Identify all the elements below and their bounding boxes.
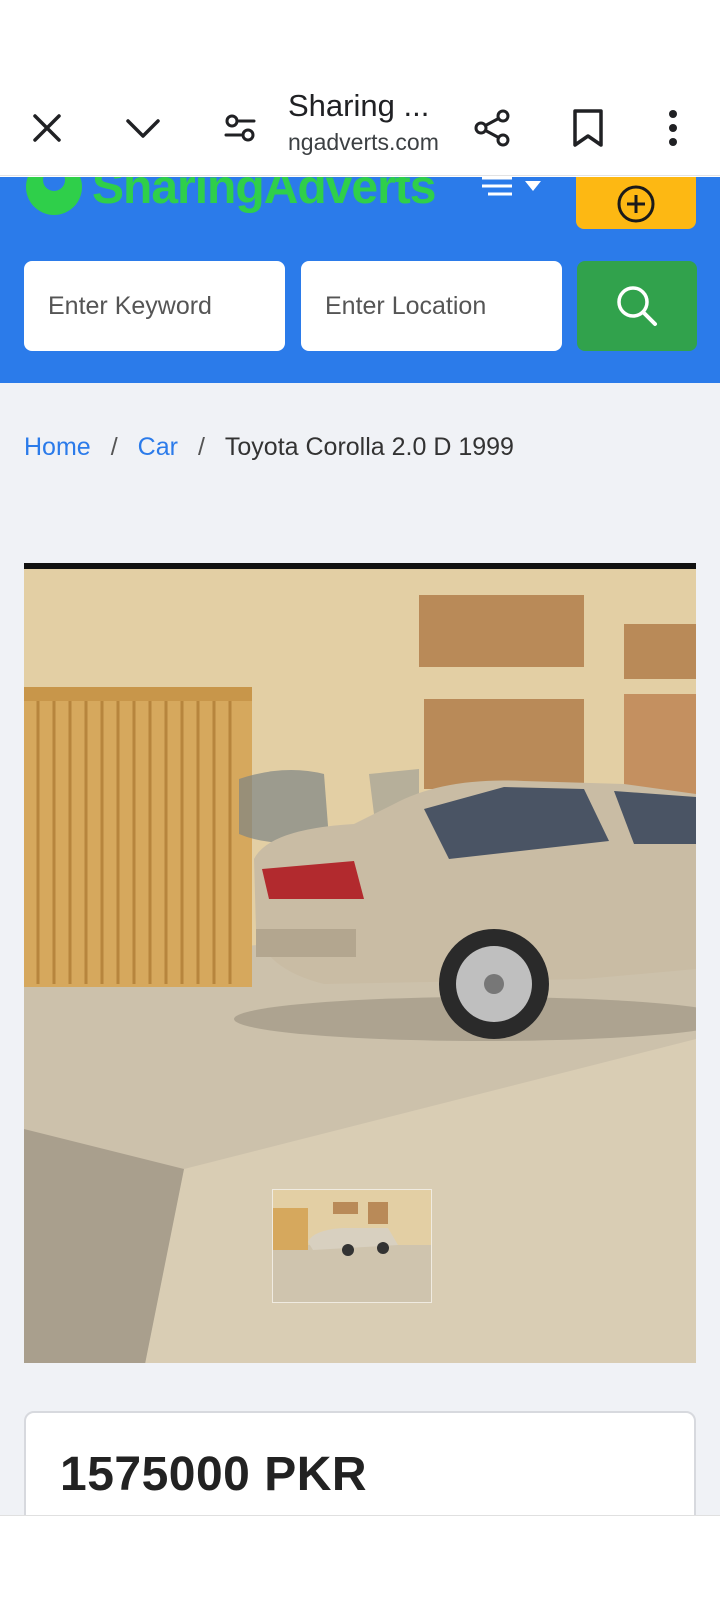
breadcrumb-separator: / <box>197 433 205 461</box>
page-url[interactable]: ngadverts.com <box>288 129 458 156</box>
breadcrumb-home[interactable]: Home <box>24 433 91 462</box>
more-vert-icon[interactable] <box>643 98 703 158</box>
site-settings-icon[interactable] <box>210 98 270 158</box>
share-icon[interactable] <box>462 98 522 158</box>
close-icon[interactable] <box>17 98 77 158</box>
system-bottom-bar <box>0 1515 720 1600</box>
breadcrumb-separator: / <box>110 433 118 461</box>
site-logo[interactable]: SharingAdverts <box>26 177 436 217</box>
keyword-input[interactable] <box>24 261 285 351</box>
hamburger-icon <box>482 177 512 196</box>
logo-mark-icon <box>26 177 82 215</box>
location-input[interactable] <box>301 261 562 351</box>
bookmark-icon[interactable] <box>558 98 618 158</box>
breadcrumb: Home / Car / Toyota Corolla 2.0 D 1999 <box>24 433 514 462</box>
breadcrumb-category[interactable]: Car <box>138 433 178 462</box>
menu-toggle[interactable] <box>480 177 550 201</box>
search-icon <box>617 286 657 326</box>
photo-thumbnail[interactable] <box>272 1189 432 1303</box>
plus-circle-icon <box>617 185 655 223</box>
site-header: SharingAdverts <box>0 177 720 383</box>
caret-down-icon <box>525 181 541 191</box>
page-title[interactable]: Sharing ... <box>288 88 453 124</box>
status-bar <box>0 0 720 80</box>
post-ad-button[interactable] <box>576 177 696 229</box>
logo-text: SharingAdverts <box>92 177 436 214</box>
listing-price: 1575000 PKR <box>60 1448 368 1501</box>
listing-photo[interactable] <box>24 563 696 1363</box>
search-button[interactable] <box>577 261 697 351</box>
content-area: Home / Car / Toyota Corolla 2.0 D 1999 1… <box>0 383 720 1551</box>
chevron-down-icon[interactable] <box>113 98 173 158</box>
breadcrumb-current: Toyota Corolla 2.0 D 1999 <box>224 433 514 461</box>
